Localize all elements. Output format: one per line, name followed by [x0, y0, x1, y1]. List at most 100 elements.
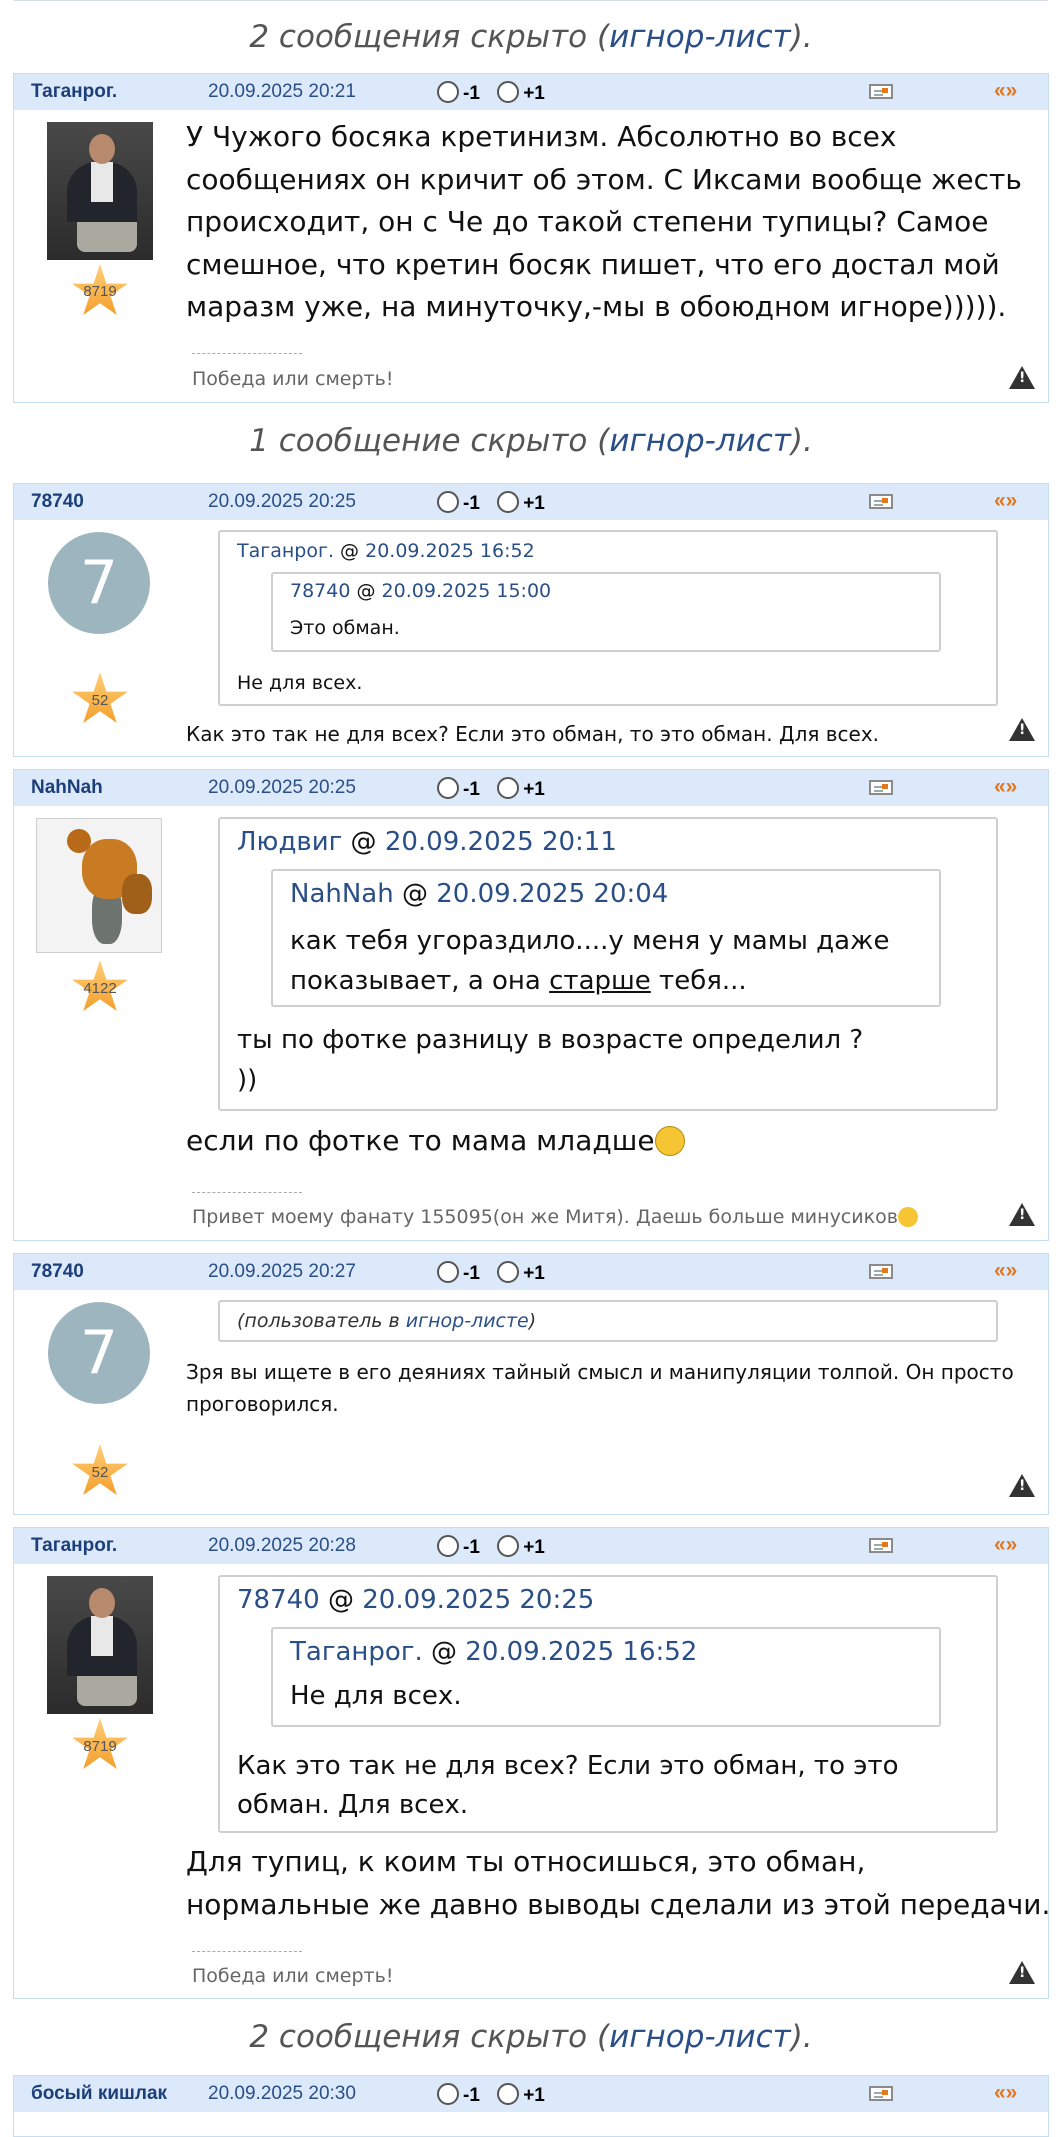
report-warning-icon[interactable] [1009, 1203, 1035, 1226]
post-text: Зря вы ищете в его деяниях тайный смысл … [186, 1360, 1014, 1416]
quote-header: Таганрог. @ 20.09.2025 16:52 [290, 1637, 698, 1667]
signature: Победа или смерть! [192, 368, 394, 390]
quote-header: Людвиг @ 20.09.2025 20:11 [237, 827, 617, 857]
post-author[interactable]: босый кишлак [31, 2083, 167, 2105]
signature-divider [192, 1192, 302, 1193]
avatar[interactable] [47, 1576, 153, 1714]
vote-minus-radio[interactable] [437, 81, 459, 103]
avatar[interactable] [36, 818, 162, 953]
post-date[interactable]: 20.09.2025 20:25 [208, 491, 356, 513]
forum-post: 78740 20.09.2025 20:27 -1 +1 «» 7 52 (по… [13, 1253, 1049, 1515]
avatar[interactable]: 7 [48, 1302, 150, 1404]
report-warning-icon[interactable] [1009, 1474, 1035, 1497]
private-message-icon[interactable] [869, 84, 893, 99]
post-author[interactable]: 78740 [31, 1261, 84, 1283]
quote-icon[interactable]: «» [994, 1533, 1017, 1557]
report-warning-icon[interactable] [1009, 1961, 1035, 1984]
post-date[interactable]: 20.09.2025 20:30 [208, 2083, 356, 2105]
post-header: Таганрог. 20.09.2025 20:28 -1 +1 «» [14, 1528, 1048, 1564]
post-header: 78740 20.09.2025 20:27 -1 +1 «» [14, 1254, 1048, 1290]
rating-value: 8719 [83, 283, 117, 300]
rating-value: 52 [91, 1464, 109, 1481]
private-message-icon[interactable] [869, 494, 893, 509]
quote-icon[interactable]: «» [994, 2081, 1017, 2105]
post-author[interactable]: NahNah [31, 777, 103, 799]
avatar[interactable]: 7 [48, 532, 150, 634]
private-message-icon[interactable] [869, 780, 893, 795]
vote-controls: -1 +1 [437, 1261, 545, 1285]
quote-text: )) [237, 1065, 258, 1095]
vote-minus-radio[interactable] [437, 1261, 459, 1283]
post-text: Как это так не для всех? Если это обман,… [186, 722, 880, 746]
ignore-list-link[interactable]: игнор-лист [609, 19, 791, 55]
ignore-list-link[interactable]: игнор-листе [406, 1310, 529, 1332]
quote-header: 78740 @ 20.09.2025 20:25 [237, 1585, 595, 1615]
post-header: Таганрог. 20.09.2025 20:21 -1 +1 «» [14, 74, 1048, 110]
post-text: У Чужого босяка кретинизм. Абсолютно во … [186, 120, 1022, 323]
rating-value: 8719 [83, 1738, 117, 1755]
vote-plus-radio[interactable] [497, 2083, 520, 2105]
private-message-icon[interactable] [869, 2086, 893, 2101]
post-text: Для тупиц, к коим ты относишься, это обм… [186, 1845, 1051, 1921]
hidden-messages-note: 2 сообщения скрыто (игнор-лист). [249, 2019, 813, 2055]
forum-post: босый кишлак 20.09.2025 20:30 -1 +1 «» [13, 2075, 1049, 2137]
quote-block: Людвиг @ 20.09.2025 20:11 NahNah @ 20.09… [218, 817, 998, 1111]
vote-plus-radio[interactable] [497, 1535, 520, 1557]
report-warning-icon[interactable] [1009, 718, 1035, 741]
vote-minus-radio[interactable] [437, 777, 459, 799]
signature-divider [192, 353, 302, 354]
quote-block: Таганрог. @ 20.09.2025 16:52 78740 @ 20.… [218, 530, 998, 706]
post-header: NahNah 20.09.2025 20:25 -1 +1 «» [14, 770, 1048, 806]
grinning-smiley-icon [654, 1126, 685, 1156]
post-date[interactable]: 20.09.2025 20:25 [208, 777, 356, 799]
forum-post: Таганрог. 20.09.2025 20:21 -1 +1 «» 8719… [13, 73, 1049, 403]
vote-plus-radio[interactable] [497, 777, 520, 799]
quote-header: 78740 @ 20.09.2025 15:00 [290, 580, 552, 602]
forum-post: NahNah 20.09.2025 20:25 -1 +1 «» 4122 Лю… [13, 769, 1049, 1241]
vote-minus-radio[interactable] [437, 1535, 459, 1557]
post-date[interactable]: 20.09.2025 20:28 [208, 1535, 356, 1557]
vote-controls: -1 +1 [437, 1535, 545, 1559]
vote-minus-radio[interactable] [437, 491, 459, 513]
quote-text: Это обман. [290, 617, 400, 639]
quote-icon[interactable]: «» [994, 1259, 1017, 1283]
post-author[interactable]: Таганрог. [31, 81, 117, 103]
nested-quote-block: 78740 @ 20.09.2025 15:00 Это обман. [271, 572, 941, 652]
post-author[interactable]: 78740 [31, 491, 84, 513]
quote-text: Не для всех. [290, 1681, 462, 1711]
quote-header: NahNah @ 20.09.2025 20:04 [290, 879, 669, 909]
quote-icon[interactable]: «» [994, 775, 1017, 799]
vote-controls: -1 +1 [437, 81, 545, 105]
vote-plus-radio[interactable] [497, 81, 520, 103]
rating-value: 4122 [83, 980, 117, 997]
signature: Привет моему фанату 155095(он же Митя). … [192, 1206, 918, 1228]
vote-controls: -1 +1 [437, 777, 545, 801]
avatar[interactable] [47, 122, 153, 260]
vote-plus-radio[interactable] [497, 1261, 520, 1283]
quote-text: как тебя угораздило....у меня у мамы даж… [290, 926, 890, 996]
signature: Победа или смерть! [192, 1965, 394, 1987]
quote-text: Как это так не для всех? Если это обман,… [237, 1751, 899, 1820]
vote-plus-radio[interactable] [497, 491, 520, 513]
post-header: 78740 20.09.2025 20:25 -1 +1 «» [14, 484, 1048, 520]
quote-icon[interactable]: «» [994, 79, 1017, 103]
vote-minus-radio[interactable] [437, 2083, 459, 2105]
report-warning-icon[interactable] [1009, 366, 1035, 389]
private-message-icon[interactable] [869, 1538, 893, 1553]
signature-divider [192, 1951, 302, 1952]
rating-value: 52 [91, 692, 109, 709]
post-author[interactable]: Таганрог. [31, 1535, 117, 1557]
vote-controls: -1 +1 [437, 491, 545, 515]
private-message-icon[interactable] [869, 1264, 893, 1279]
forum-post: Таганрог. 20.09.2025 20:28 -1 +1 «» 8719… [13, 1527, 1050, 1999]
quote-icon[interactable]: «» [994, 489, 1017, 513]
post-date[interactable]: 20.09.2025 20:21 [208, 81, 356, 103]
grinning-smiley-icon [897, 1207, 918, 1227]
nested-quote-block: NahNah @ 20.09.2025 20:04 как тебя угора… [271, 869, 941, 1007]
ignore-list-link[interactable]: игнор-лист [609, 423, 791, 459]
post-date[interactable]: 20.09.2025 20:27 [208, 1261, 356, 1283]
vote-controls: -1 +1 [437, 2083, 545, 2107]
nested-quote-block: Таганрог. @ 20.09.2025 16:52 Не для всех… [271, 1627, 941, 1727]
ignore-list-link[interactable]: игнор-лист [609, 2019, 791, 2055]
ignored-user-notice: (пользователь в игнор-листе) [218, 1300, 998, 1342]
